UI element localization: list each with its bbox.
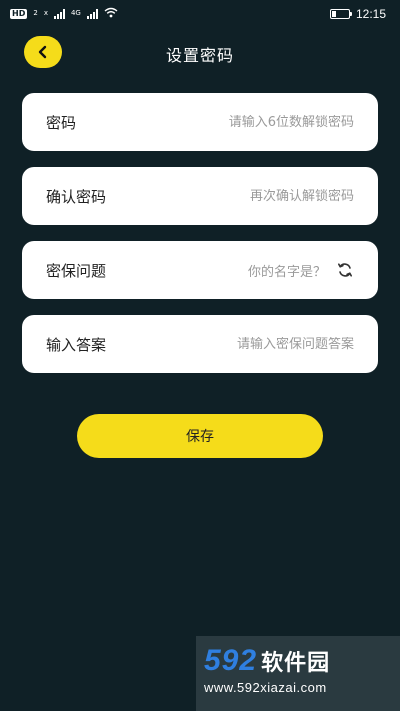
save-button[interactable]: 保存 bbox=[77, 414, 323, 458]
answer-label: 输入答案 bbox=[46, 335, 107, 354]
answer-field-card: 输入答案 bbox=[22, 315, 378, 373]
signal-icon bbox=[53, 9, 65, 19]
confirm-password-label: 确认密码 bbox=[46, 187, 107, 206]
answer-input[interactable] bbox=[164, 336, 354, 352]
confirm-password-field-card: 确认密码 bbox=[22, 167, 378, 225]
network-label-1: x bbox=[43, 9, 48, 17]
watermark-name: 软件园 bbox=[261, 651, 331, 676]
security-question-label: 密保问题 bbox=[46, 261, 107, 280]
refresh-icon[interactable] bbox=[336, 261, 354, 279]
watermark-logo: 592 软件园 bbox=[204, 646, 392, 676]
network-label-2: 4G bbox=[70, 9, 81, 17]
watermark-number: 592 bbox=[204, 644, 258, 677]
page-title: 设置密码 bbox=[165, 46, 234, 65]
sim-slot-label: 2 bbox=[33, 9, 38, 17]
password-input[interactable] bbox=[164, 114, 354, 130]
signal-icon-2 bbox=[86, 9, 98, 19]
header: 设置密码 bbox=[0, 32, 400, 76]
battery-icon bbox=[329, 9, 352, 19]
password-field-card: 密码 bbox=[22, 93, 378, 151]
security-question-value: 你的名字是？ bbox=[247, 264, 326, 280]
security-question-field-card[interactable]: 密保问题 你的名字是？ bbox=[22, 241, 378, 299]
watermark-url: www.592xiazai.com bbox=[204, 680, 327, 695]
hd-badge: HD bbox=[10, 9, 28, 19]
status-right: 12:15 bbox=[329, 7, 386, 21]
status-bar: HD 2 x 4G 12:15 bbox=[0, 0, 400, 28]
status-left: HD 2 x 4G bbox=[10, 7, 118, 21]
wifi-icon bbox=[104, 7, 118, 21]
password-label: 密码 bbox=[46, 113, 77, 132]
clock: 12:15 bbox=[355, 7, 386, 21]
site-watermark: 592 软件园 www.592xiazai.com bbox=[196, 636, 400, 711]
set-password-screen: HD 2 x 4G 12:15 设置密码 密码 确认密码 密保问题 你的名字是？… bbox=[0, 0, 400, 711]
security-question-value-wrap: 你的名字是？ bbox=[248, 261, 354, 280]
confirm-password-input[interactable] bbox=[164, 188, 354, 204]
